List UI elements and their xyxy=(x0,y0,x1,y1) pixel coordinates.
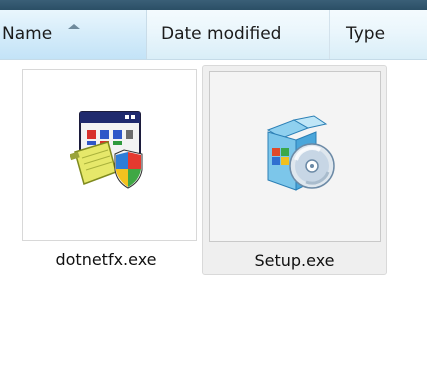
installer-shield-icon xyxy=(70,111,143,189)
toolbar-strip xyxy=(0,0,427,10)
column-header-name[interactable]: Name xyxy=(0,10,147,59)
file-name-label: dotnetfx.exe xyxy=(55,250,157,269)
column-header-bar: Name Date modified Type xyxy=(0,10,427,60)
file-explorer-window: Name Date modified Type dotnetfx.exe Set… xyxy=(0,0,427,383)
column-header-date-label: Date modified xyxy=(161,24,282,44)
file-thumbnail-frame xyxy=(22,69,197,241)
sort-ascending-icon xyxy=(68,24,80,29)
file-item-setup[interactable]: Setup.exe xyxy=(202,65,387,275)
file-item-dotnetfx[interactable]: dotnetfx.exe xyxy=(15,65,197,271)
setup-box-disc-icon xyxy=(266,115,335,191)
column-header-date-modified[interactable]: Date modified xyxy=(148,10,330,59)
file-name-label: Setup.exe xyxy=(254,251,335,270)
file-thumbnail-frame xyxy=(209,71,381,242)
column-header-name-label: Name xyxy=(2,24,53,44)
column-header-type-label: Type xyxy=(346,24,386,44)
column-header-type[interactable]: Type xyxy=(331,10,427,59)
